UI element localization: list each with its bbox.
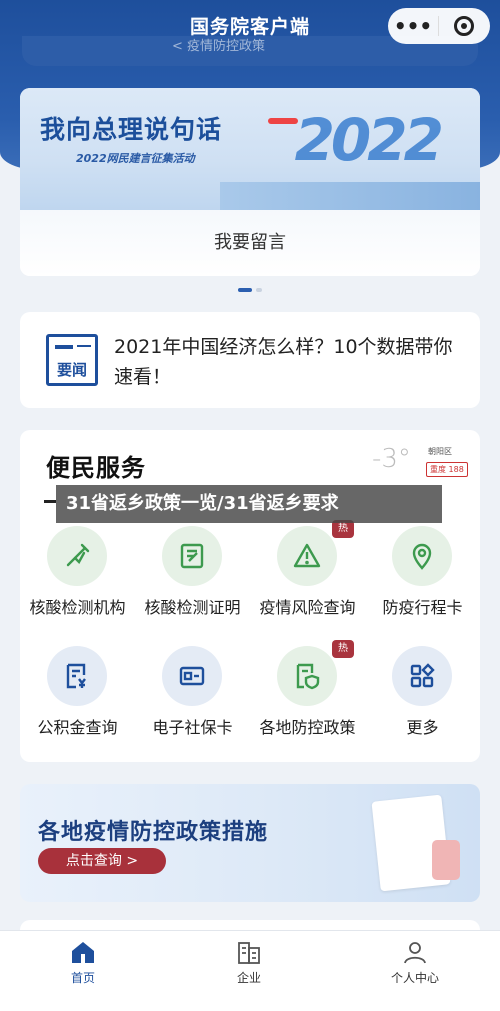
- building-icon: [238, 942, 260, 964]
- services-title: 便民服务: [46, 454, 146, 482]
- services-card: 便民服务 -3° 朝阳区 重度 188 核酸检测机构 核酸检测证明 热 疫情风险…: [20, 430, 480, 762]
- shield-document-icon: [277, 646, 337, 706]
- service-label: 电子社保卡: [152, 718, 233, 737]
- leave-message-button[interactable]: 我要留言: [20, 210, 480, 276]
- query-button[interactable]: 点击查询 >: [38, 848, 166, 874]
- weather-temperature: -3°: [372, 444, 411, 474]
- article-title-overlay: 31省返乡政策一览/31省返乡要求: [56, 485, 442, 523]
- home-icon: [72, 942, 94, 963]
- service-social-security-card[interactable]: 电子社保卡: [135, 646, 250, 756]
- certificate-icon: [162, 526, 222, 586]
- banner-pager: [238, 288, 262, 292]
- tab-personal-center[interactable]: 个人中心: [332, 931, 498, 1011]
- tab-label: 首页: [70, 971, 95, 985]
- air-quality-badge: 重度 188: [426, 462, 468, 477]
- banner-crowd-illustration: [220, 182, 480, 210]
- airplane-icon: [268, 118, 298, 124]
- social-security-card-icon: [162, 646, 222, 706]
- suitcase-illustration: [432, 840, 460, 880]
- message-banner-card[interactable]: 我向总理说句话 2022网民建言征集活动 2022 我要留言: [20, 88, 480, 276]
- test-tube-icon: [47, 526, 107, 586]
- service-label: 公积金查询: [37, 718, 118, 737]
- service-label: 各地防控政策: [259, 718, 356, 737]
- service-label: 疫情风险查询: [259, 598, 356, 617]
- banner-year-art: 2022: [294, 106, 444, 174]
- close-mini-program-button[interactable]: [439, 16, 489, 36]
- news-headline[interactable]: 2021年中国经济怎么样？10个数据带你速看！: [114, 332, 464, 392]
- pager-dot-active: [238, 288, 252, 292]
- tab-enterprise[interactable]: 企业: [166, 931, 332, 1011]
- hot-badge: 热: [332, 640, 354, 658]
- more-menu-button[interactable]: •••: [388, 8, 438, 44]
- bottom-tab-bar: 首页 企业 个人中心: [0, 930, 500, 1011]
- person-icon: [404, 942, 426, 964]
- tab-home[interactable]: 首页: [0, 931, 166, 1011]
- weather-widget[interactable]: -3° 朝阳区 重度 188: [372, 444, 472, 490]
- newspaper-icon: 要闻: [46, 334, 98, 386]
- policy-promo-card[interactable]: 各地疫情防控政策措施 点击查询 >: [20, 784, 480, 902]
- promo-title: 各地疫情防控政策措施: [38, 820, 269, 845]
- service-itinerary-card[interactable]: 防疫行程卡: [365, 526, 480, 636]
- fund-document-icon: [47, 646, 107, 706]
- service-label: 更多: [406, 718, 439, 737]
- mini-program-capsule: •••: [388, 8, 490, 44]
- grid-more-icon: [392, 646, 452, 706]
- service-label: 核酸检测证明: [144, 598, 241, 617]
- target-icon: [454, 16, 474, 36]
- service-housing-fund-query[interactable]: 公积金查询: [20, 646, 135, 756]
- service-nucleic-test-certificate[interactable]: 核酸检测证明: [135, 526, 250, 636]
- service-label: 核酸检测机构: [29, 598, 126, 617]
- overlay-rule: [44, 500, 56, 503]
- tab-label: 个人中心: [390, 971, 439, 985]
- news-icon-label: 要闻: [56, 361, 87, 379]
- service-local-control-policy[interactable]: 热 各地防控政策: [250, 640, 365, 756]
- banner-image[interactable]: 我向总理说句话 2022网民建言征集活动 2022: [20, 88, 480, 210]
- banner-sub-text: 2022网民建言征集活动: [76, 152, 195, 165]
- weather-area: 朝阳区: [428, 447, 452, 456]
- pager-dot: [256, 288, 262, 292]
- service-label: 防疫行程卡: [382, 598, 463, 617]
- service-epidemic-risk-query[interactable]: 热 疫情风险查询: [250, 520, 365, 636]
- banner-main-text: 我向总理说句话: [40, 115, 223, 144]
- service-more[interactable]: 更多: [365, 646, 480, 756]
- tab-label: 企业: [236, 971, 261, 985]
- service-nucleic-test-institution[interactable]: 核酸检测机构: [20, 526, 135, 636]
- location-pin-icon: [392, 526, 452, 586]
- warning-icon: [277, 526, 337, 586]
- news-card[interactable]: 要闻 2021年中国经济怎么样？10个数据带你速看！: [20, 312, 480, 408]
